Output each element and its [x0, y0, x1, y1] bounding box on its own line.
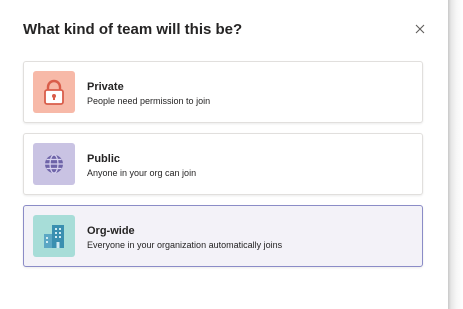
option-description: People need permission to join: [87, 96, 211, 106]
team-type-dialog: What kind of team will this be? Private …: [0, 0, 448, 309]
building-icon: [44, 225, 64, 248]
option-description: Anyone in your org can join: [87, 168, 197, 178]
close-icon: [415, 24, 425, 34]
option-private[interactable]: Private People need permission to join: [23, 61, 423, 123]
option-label: Org-wide: [87, 225, 135, 237]
option-label: Public: [87, 153, 121, 165]
private-tile: [33, 71, 75, 113]
option-description: Everyone in your organization automatica…: [87, 240, 283, 250]
close-button[interactable]: [411, 20, 429, 38]
dialog-title: What kind of team will this be?: [23, 21, 243, 38]
lock-icon: [44, 79, 64, 105]
globe-icon: [45, 154, 63, 174]
org-wide-tile: [33, 215, 75, 257]
window-edge-shadow: [448, 0, 463, 309]
option-org-wide[interactable]: Org-wide Everyone in your organization a…: [23, 205, 423, 267]
public-tile: [33, 143, 75, 185]
option-public[interactable]: Public Anyone in your org can join: [23, 133, 423, 195]
option-label: Private: [87, 81, 124, 93]
